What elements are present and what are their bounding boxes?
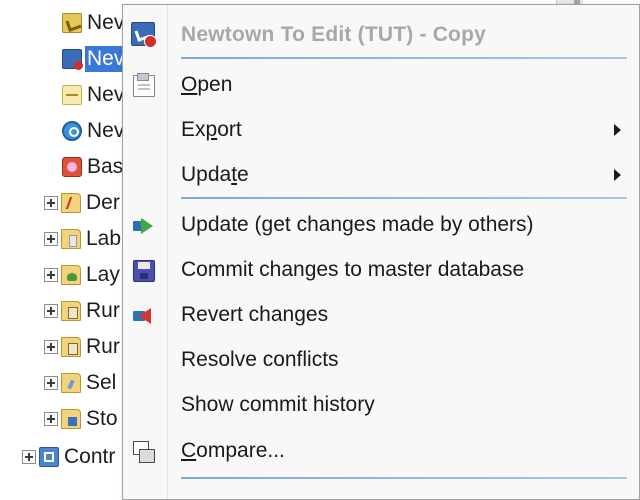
edit-version-icon	[62, 49, 83, 70]
menu-item-label: Compare...	[181, 439, 285, 462]
tree-item[interactable]: Nev	[62, 8, 126, 38]
tree-item[interactable]: Contr	[22, 442, 117, 472]
menu-separator	[181, 57, 627, 59]
tree-item-selected[interactable]: Nev	[62, 44, 127, 74]
tree-item[interactable]: Sel	[44, 368, 118, 398]
menu-separator	[181, 197, 627, 199]
tree-item-label: Nev	[87, 11, 125, 34]
compare-icon	[133, 441, 155, 463]
revert-icon	[133, 305, 155, 327]
map-icon	[62, 85, 82, 105]
menu-header-title: Newtown To Edit (TUT) - Copy	[181, 23, 486, 46]
expand-icon[interactable]	[44, 196, 58, 210]
menu-item-label: Update	[181, 163, 249, 186]
submenu-arrow-icon	[614, 169, 621, 181]
expand-icon[interactable]	[22, 450, 36, 464]
tree-item-label: Sel	[86, 371, 117, 394]
menu-item-update-changes[interactable]: Update (get changes made by others)	[123, 205, 639, 245]
tree-item[interactable]: Rur	[44, 296, 122, 326]
menu-item-label: Open	[181, 73, 233, 96]
folder-icon	[61, 301, 81, 321]
tree-item[interactable]: Bas	[62, 152, 125, 182]
tree-item-label: Nev	[85, 46, 127, 72]
edit-version-icon	[131, 22, 157, 48]
folder-icon	[61, 409, 81, 429]
tree-item[interactable]: Lab	[44, 224, 123, 254]
commit-icon	[133, 260, 155, 282]
expand-icon[interactable]	[44, 232, 58, 246]
folder-icon	[61, 193, 81, 213]
submenu-arrow-icon	[614, 124, 621, 136]
folder-icon	[61, 337, 81, 357]
tree-item-label: Rur	[86, 299, 120, 322]
expand-icon[interactable]	[44, 304, 58, 318]
tree-item-label: Contr	[64, 445, 116, 468]
menu-item-resolve-conflicts[interactable]: Resolve conflicts	[123, 340, 639, 380]
tree-item[interactable]: Sto	[44, 404, 120, 434]
menu-item-update-submenu[interactable]: Update	[123, 155, 639, 195]
menu-item-compare[interactable]: Compare...	[123, 431, 639, 471]
tree-item-label: Nev	[87, 83, 125, 106]
folder-icon	[61, 373, 81, 393]
expand-icon[interactable]	[44, 412, 58, 426]
menu-item-label: Revert changes	[181, 303, 329, 326]
tree-item-label: Bas	[87, 155, 124, 178]
tree-item-label: Rur	[86, 335, 120, 358]
tree-item-label: Der	[86, 191, 120, 214]
expand-icon[interactable]	[44, 340, 58, 354]
menu-item-commit[interactable]: Commit changes to master database	[123, 250, 639, 290]
tree-item-label: Sto	[86, 407, 118, 430]
tree-item[interactable]: Nev	[62, 116, 126, 146]
base-icon	[62, 157, 82, 177]
menu-item-export[interactable]: Export	[123, 110, 639, 150]
menu-header: Newtown To Edit (TUT) - Copy	[123, 15, 639, 55]
control-icon	[39, 447, 59, 467]
menu-item-open[interactable]: Open	[123, 65, 639, 105]
menu-item-label: Commit changes to master database	[181, 258, 525, 281]
database-icon	[62, 13, 82, 33]
tree-item-label: Lab	[86, 227, 122, 250]
tree-item[interactable]: Rur	[44, 332, 122, 362]
folder-icon	[61, 229, 81, 249]
menu-item-label: Resolve conflicts	[181, 348, 339, 371]
search-icon	[62, 121, 82, 141]
menu-item-label: Export	[181, 118, 242, 141]
open-icon	[133, 73, 155, 97]
menu-item-label: Show commit history	[181, 393, 375, 416]
context-menu: Newtown To Edit (TUT) - Copy Open Export…	[122, 4, 640, 500]
folder-icon	[61, 265, 81, 285]
tree-item[interactable]: Nev	[62, 80, 126, 110]
expand-icon[interactable]	[44, 268, 58, 282]
menu-item-commit-history[interactable]: Show commit history	[123, 385, 639, 425]
tree-item-label: Nev	[87, 119, 125, 142]
menu-item-label: Update (get changes made by others)	[181, 213, 534, 236]
tree-item-label: Lay	[86, 263, 120, 286]
menu-item-revert[interactable]: Revert changes	[123, 295, 639, 335]
tree-item[interactable]: Lay	[44, 260, 122, 290]
menu-separator	[181, 477, 627, 479]
update-icon	[133, 215, 155, 237]
expand-icon[interactable]	[44, 376, 58, 390]
tree-item[interactable]: Der	[44, 188, 122, 218]
